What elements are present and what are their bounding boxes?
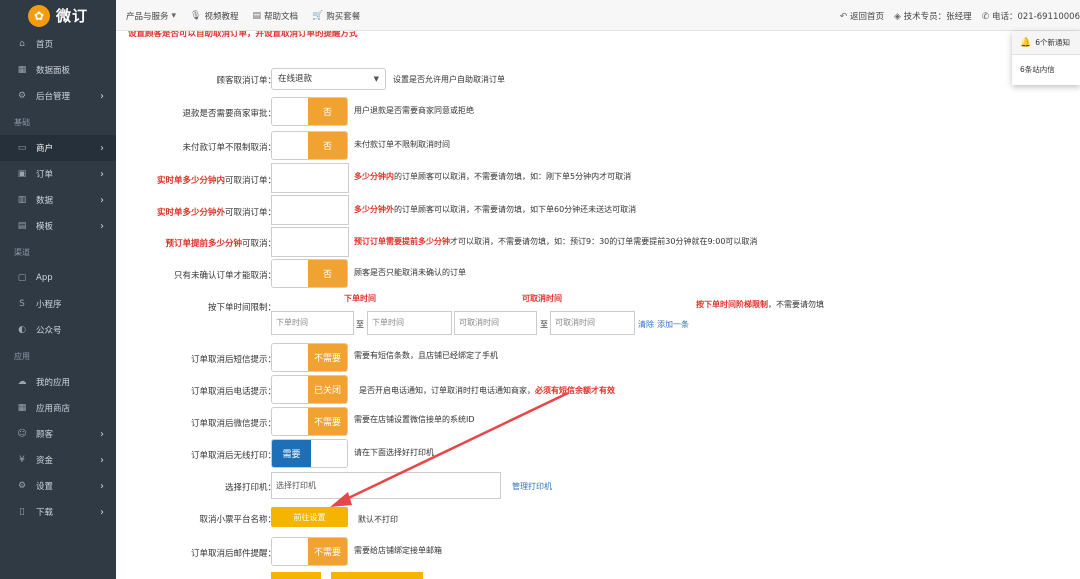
sidebar-item-app-store[interactable]: ▦ 应用商店	[0, 395, 116, 421]
sidebar-item-label: 模板	[36, 222, 54, 232]
sidebar-item-template[interactable]: ▤ 模板 ›	[0, 213, 116, 239]
chevron-down-icon: ▾	[171, 10, 177, 21]
document-icon: ▤	[252, 10, 262, 21]
sidebar-item-customers[interactable]: ☺ 顾客 ›	[0, 421, 116, 447]
phone-icon: ✆	[981, 11, 990, 22]
gear-icon: ⚙	[17, 481, 27, 491]
back-arrow-icon: ↶	[839, 11, 848, 22]
nav-buy-package[interactable]: 🛒 购买套餐	[312, 10, 360, 22]
sidebar-item-home[interactable]: ⌂ 首页	[0, 31, 116, 57]
nav-video-label: 视频教程	[204, 11, 239, 22]
phone-label: 电话：021-69110006	[991, 11, 1080, 22]
sidebar-item-label: 设置	[36, 482, 54, 492]
sidebar-item-app[interactable]: ▢ App	[0, 265, 116, 291]
top-nav: 产品与服务 ▾ 🎙 视频教程 ▤ 帮助文档 🛒 购买套餐	[126, 0, 360, 31]
chevron-right-icon: ›	[100, 194, 104, 206]
chevron-right-icon: ›	[100, 168, 104, 180]
sidebar-item-label: App	[36, 273, 53, 283]
laptop-icon: ▭	[17, 143, 27, 153]
dashboard-icon: ⌂	[19, 39, 25, 49]
money-icon: ¥	[19, 455, 25, 465]
annotation-arrow-icon	[330, 391, 569, 507]
sidebar-item-label: 商户	[36, 144, 54, 154]
tech-support: ◈ 技术专员：张经理	[894, 10, 972, 22]
sidebar-item-my-apps[interactable]: ☁ 我的应用	[0, 369, 116, 395]
sidebar-item-label: 数据面板	[36, 66, 71, 76]
phone-info: ✆ 电话：021-69110006	[982, 10, 1080, 22]
microphone-icon: 🎙	[190, 10, 202, 21]
sidebar-item-label: 公众号	[36, 326, 62, 336]
logo[interactable]: ✿ 微订	[0, 0, 116, 31]
sidebar-section-apps: 应用	[14, 351, 30, 361]
main-content: 设置顾客是否可以自助取消订单，并设置取消订单的提醒方式 顾客取消订单： 在线退款…	[116, 31, 1080, 579]
sidebar-item-label: 数据	[36, 196, 54, 206]
sidebar-item-label: 顾客	[36, 430, 54, 440]
panel-icon: ▦	[17, 65, 27, 75]
chevron-right-icon: ›	[100, 480, 104, 492]
nav-products-label: 产品与服务	[126, 11, 169, 22]
sidebar-item-data-panel[interactable]: ▦ 数据面板	[0, 57, 116, 83]
chevron-right-icon: ›	[100, 142, 104, 154]
sidebar-item-orders[interactable]: ▣ 订单 ›	[0, 161, 116, 187]
users-icon: ☺	[17, 429, 27, 439]
sidebar-item-label: 我的应用	[36, 378, 71, 388]
chevron-right-icon: ›	[100, 454, 104, 466]
sidebar-section-basic: 基础	[14, 117, 30, 127]
sidebar-item-label: 资金	[36, 456, 54, 466]
app-icon: ▢	[17, 273, 27, 283]
nav-buy-label: 购买套餐	[326, 11, 361, 22]
download-icon: ▯	[19, 507, 25, 517]
nav-help-label: 帮助文档	[264, 11, 299, 22]
sidebar-item-data[interactable]: ▥ 数据 ›	[0, 187, 116, 213]
bird-logo-icon: ✿	[27, 4, 50, 27]
top-right-info: ↶ 返回首页 ◈ 技术专员：张经理 ✆ 电话：021-69110006	[840, 0, 1080, 31]
tech-support-label: 技术专员：张经理	[903, 11, 972, 22]
back-home-link[interactable]: ↶ 返回首页	[840, 10, 884, 22]
chevron-right-icon: ›	[100, 220, 104, 232]
sidebar-item-funds[interactable]: ¥ 资金 ›	[0, 447, 116, 473]
sidebar-item-label: 应用商店	[36, 404, 71, 414]
back-home-label: 返回首页	[850, 11, 885, 22]
cart-icon: 🛒	[312, 10, 324, 21]
sidebar-section-channel: 渠道	[14, 247, 30, 257]
sidebar-item-label: 后台管理	[36, 92, 71, 102]
cloud-icon: ☁	[17, 377, 27, 387]
sidebar: ⌂ 首页 ▦ 数据面板 ⚙ 后台管理 › 基础 ▭ 商户 › ▣ 订单 › ▥ 数据 › ▤ 模板 › …	[0, 31, 116, 579]
store-icon: ▦	[17, 403, 27, 413]
sidebar-item-admin[interactable]: ⚙ 后台管理 ›	[0, 83, 116, 109]
chart-icon: ▥	[17, 195, 27, 205]
sidebar-item-label: 订单	[36, 170, 54, 180]
order-icon: ▣	[17, 169, 27, 179]
chevron-right-icon: ›	[100, 90, 104, 102]
sidebar-item-label: 小程序	[36, 300, 62, 310]
template-icon: ▤	[17, 221, 27, 231]
chevron-right-icon: ›	[100, 506, 104, 518]
top-bar: ✿ 微订 产品与服务 ▾ 🎙 视频教程 ▤ 帮助文档 🛒 购买套餐 ↶ 返回首页…	[0, 0, 1080, 31]
sidebar-item-official-account[interactable]: ◐ 公众号	[0, 317, 116, 343]
sidebar-item-settings[interactable]: ⚙ 设置 ›	[0, 473, 116, 499]
shield-icon: ◈	[894, 11, 901, 22]
sidebar-item-download[interactable]: ▯ 下载 ›	[0, 499, 116, 525]
sidebar-item-label: 下载	[36, 508, 54, 518]
wechat-icon: ◐	[18, 325, 26, 335]
miniprogram-icon: S	[19, 299, 25, 309]
sidebar-item-label: 首页	[36, 40, 54, 50]
nav-help-docs[interactable]: ▤ 帮助文档	[253, 10, 299, 22]
nav-products[interactable]: 产品与服务 ▾	[126, 10, 176, 22]
logo-text: 微订	[55, 7, 88, 25]
nav-video-tutorial[interactable]: 🎙 视频教程	[190, 10, 238, 22]
chevron-right-icon: ›	[100, 428, 104, 440]
sidebar-item-merchant[interactable]: ▭ 商户 ›	[0, 135, 116, 161]
gears-icon: ⚙	[17, 91, 27, 101]
sidebar-item-miniprogram[interactable]: S 小程序	[0, 291, 116, 317]
